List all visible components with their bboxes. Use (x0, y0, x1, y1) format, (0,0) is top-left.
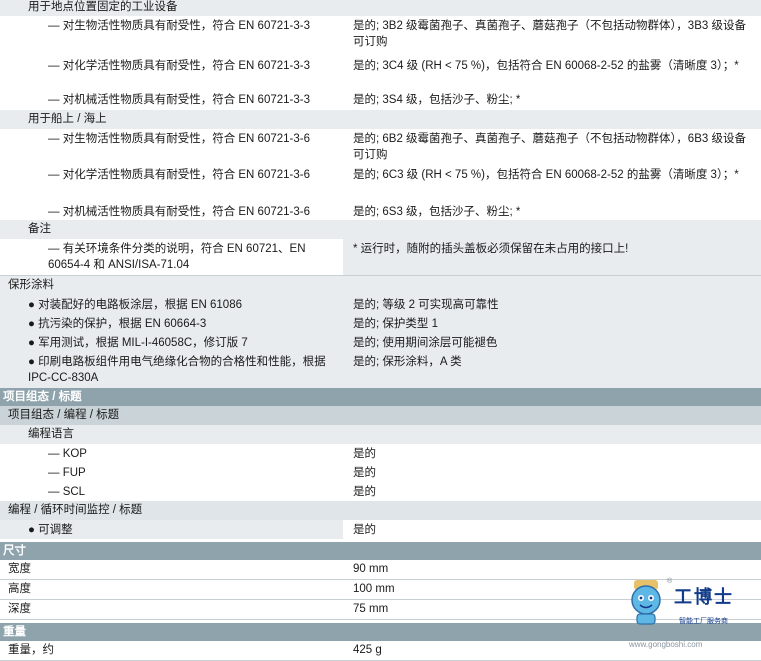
spec-value: 是的; 6C3 级 (RH < 75 %)，包括符合 EN 60068-2-52… (353, 169, 739, 181)
spec-label: — FUP (48, 467, 86, 479)
spec-row: — 有关环境条件分类的说明，符合 EN 60721、EN 60654-4 和 A… (0, 239, 761, 275)
subsection-header-cycle: 编程 / 循环时间监控 / 标题 (0, 501, 761, 520)
spec-value: 是的; 保形涂料，A 类 (353, 356, 462, 368)
spec-label: — KOP (48, 448, 87, 460)
spec-row: — 对化学活性物质具有耐受性，符合 EN 60721-3-6 是的; 6C3 级… (0, 165, 761, 202)
subgroup-title: 用于船上 / 海上 (28, 113, 107, 125)
spec-row: ● 印刷电路板组件用电气绝缘化合物的合格性和性能，根据 IPC-CC-830A … (0, 352, 761, 388)
brand-logo: ® 工博士 智能工厂服务商 (624, 578, 759, 634)
spec-label: — 对化学活性物质具有耐受性，符合 EN 60721-3-6 (48, 169, 310, 181)
section-title: 项目组态 / 标题 (0, 388, 761, 406)
logo-subtitle: 智能工厂服务商 (679, 618, 728, 625)
subgroup-title: 编程语言 (28, 428, 74, 440)
spec-label: ● 抗污染的保护，根据 EN 60664-3 (28, 318, 207, 330)
spec-label: ● 印刷电路板组件用电气绝缘化合物的合格性和性能，根据 IPC-CC-830A (28, 356, 326, 384)
section-title: 保形涂料 (8, 279, 54, 291)
spec-label: — 对机械活性物质具有耐受性，符合 EN 60721-3-6 (48, 206, 310, 218)
subgroup-header-remarks: 备注 (0, 220, 761, 239)
spec-row: — 对机械活性物质具有耐受性，符合 EN 60721-3-3 是的; 3S4 级… (0, 90, 761, 110)
spec-label: — 对化学活性物质具有耐受性，符合 EN 60721-3-3 (48, 60, 310, 72)
subgroup-title: 用于地点位置固定的工业设备 (28, 1, 178, 13)
section-header-project: 项目组态 / 标题 (0, 388, 761, 406)
spec-label: ● 对装配好的电路板涂层，根据 EN 61086 (28, 299, 242, 311)
subgroup-header-lang: 编程语言 (0, 425, 761, 444)
spec-label: 高度 (8, 583, 31, 595)
spec-value: 是的; 6S3 级，包括沙子、粉尘; * (353, 206, 521, 218)
spec-label: — 对生物活性物质具有耐受性，符合 EN 60721-3-6 (48, 133, 310, 145)
spec-value: 是的; 3B2 级霉菌孢子、真菌孢子、蘑菇孢子（不包括动物群体），3B3 级设备… (353, 20, 746, 48)
spec-row: ● 军用测试，根据 MIL-I-46058C，修订版 7 是的; 使用期间涂层可… (0, 333, 761, 352)
spec-value: 是的; 6B2 级霉菌孢子、真菌孢子、蘑菇孢子（不包括动物群体），6B3 级设备… (353, 133, 746, 161)
section-header-coating: 保形涂料 (0, 275, 761, 295)
spec-value: * 运行时，随附的插头盖板必须保留在未占用的接口上! (343, 239, 761, 275)
spec-label: 重量，约 (8, 644, 54, 656)
spec-value: 是的 (353, 486, 376, 498)
spec-row: 宽度 90 mm (0, 560, 761, 580)
spec-label: — 对机械活性物质具有耐受性，符合 EN 60721-3-3 (48, 94, 310, 106)
spec-label: ● 可调整 (28, 524, 73, 536)
registered-mark: ® (667, 578, 673, 585)
spec-row: — 对化学活性物质具有耐受性，符合 EN 60721-3-3 是的; 3C4 级… (0, 56, 761, 90)
spec-row: ● 可调整 是的 (0, 520, 761, 539)
spec-label: — 对生物活性物质具有耐受性，符合 EN 60721-3-3 (48, 20, 310, 32)
spec-row: — 对机械活性物质具有耐受性，符合 EN 60721-3-6 是的; 6S3 级… (0, 202, 761, 220)
spec-row: — 对生物活性物质具有耐受性，符合 EN 60721-3-6 是的; 6B2 级… (0, 129, 761, 165)
subgroup-header-fixed: 用于地点位置固定的工业设备 (0, 0, 761, 16)
spec-value: 是的; 3C4 级 (RH < 75 %)，包括符合 EN 60068-2-52… (353, 60, 739, 72)
spec-value: 是的; 3S4 级，包括沙子、粉尘; * (353, 94, 521, 106)
spec-row: ● 抗污染的保护，根据 EN 60664-3 是的; 保护类型 1 (0, 314, 761, 333)
logo-text: 工博士 (674, 587, 734, 608)
spec-label: ● 军用测试，根据 MIL-I-46058C，修订版 7 (28, 337, 248, 349)
subsection-title: 项目组态 / 编程 / 标题 (0, 406, 761, 425)
spec-value: 是的; 保护类型 1 (353, 318, 438, 330)
coating-block: ● 对装配好的电路板涂层，根据 EN 61086 是的; 等级 2 可实现高可靠… (0, 295, 761, 388)
spec-value: 是的 (343, 520, 761, 539)
spec-value: 是的 (353, 448, 376, 460)
section-header-dimensions: 尺寸 (0, 542, 761, 560)
spec-sheet: 用于地点位置固定的工业设备 — 对生物活性物质具有耐受性，符合 EN 60721… (0, 0, 761, 661)
watermark-url: www.gongboshi.com (629, 640, 703, 649)
robot-mascot-icon (631, 580, 661, 625)
spec-row: — FUP 是的 (0, 463, 761, 482)
spec-label: — 有关环境条件分类的说明，符合 EN 60721、EN 60654-4 和 A… (48, 243, 306, 271)
spec-value: 是的; 使用期间涂层可能褪色 (353, 337, 498, 349)
spec-label: 宽度 (8, 563, 31, 575)
spec-value: 是的; 等级 2 可实现高可靠性 (353, 299, 499, 311)
spec-value: 90 mm (353, 563, 389, 575)
subgroup-header-ship: 用于船上 / 海上 (0, 110, 761, 129)
spec-value: 是的 (353, 467, 376, 479)
subgroup-title: 备注 (28, 223, 51, 235)
spec-row: — KOP 是的 (0, 444, 761, 463)
spec-row: ● 对装配好的电路板涂层，根据 EN 61086 是的; 等级 2 可实现高可靠… (0, 295, 761, 314)
subsection-header-project: 项目组态 / 编程 / 标题 (0, 406, 761, 425)
section-title: 尺寸 (0, 542, 761, 560)
spec-label: 深度 (8, 603, 31, 615)
spec-row: — SCL 是的 (0, 482, 761, 501)
spec-row: — 对生物活性物质具有耐受性，符合 EN 60721-3-3 是的; 3B2 级… (0, 16, 761, 56)
spec-label: — SCL (48, 486, 86, 498)
subsection-title: 编程 / 循环时间监控 / 标题 (8, 504, 143, 516)
